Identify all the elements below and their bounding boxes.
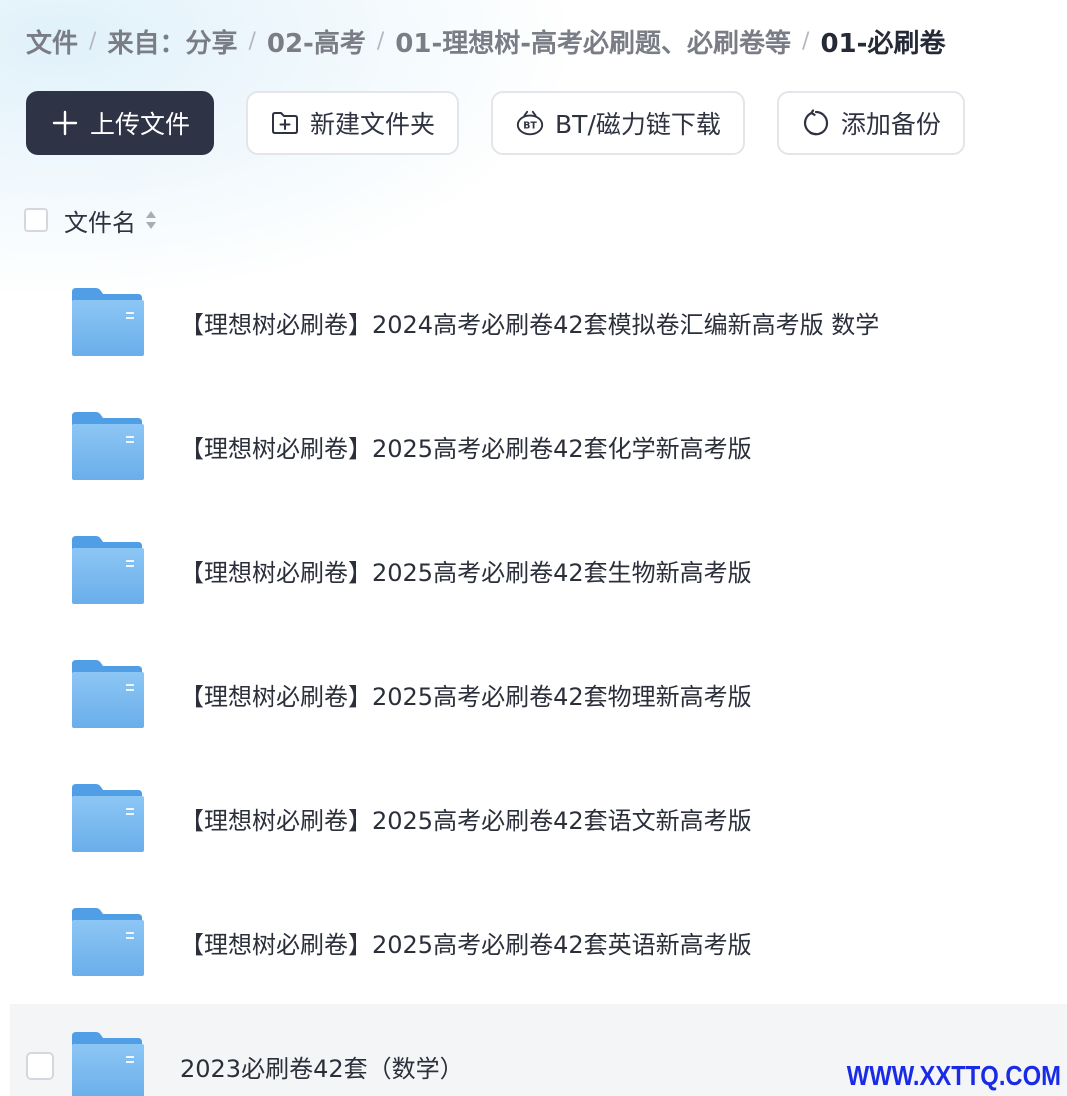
folder-icon: [72, 1032, 144, 1096]
folder-row[interactable]: 【理想树必刷卷】2025高考必刷卷42套化学新高考版: [10, 384, 1067, 508]
folder-icon: [72, 660, 144, 728]
folder-name[interactable]: 【理想树必刷卷】2025高考必刷卷42套语文新高考版: [180, 801, 752, 836]
breadcrumb: 文件 / 来自：分享 / 02-高考 / 01-理想树-高考必刷题、必刷卷等 /…: [26, 22, 945, 60]
bt-magnet-download-label: BT/磁力链下载: [555, 110, 721, 139]
file-list: 【理想树必刷卷】2024高考必刷卷42套模拟卷汇编新高考版 数学 【理想树必刷卷…: [10, 260, 1067, 1096]
folder-icon: [72, 784, 144, 852]
breadcrumb-separator: /: [802, 28, 810, 54]
watermark: WWW.XXTTQ.COM: [846, 1060, 1061, 1091]
plus-icon: [50, 108, 80, 138]
folder-icon: [72, 288, 144, 356]
bt-magnet-download-button[interactable]: BT BT/磁力链下载: [491, 91, 745, 155]
toolbar: 上传文件 新建文件夹 BT BT/磁力链下载 添加备份: [26, 91, 997, 155]
folder-name[interactable]: 【理想树必刷卷】2024高考必刷卷42套模拟卷汇编新高考版 数学: [180, 305, 879, 340]
filename-column-header[interactable]: 文件名: [64, 203, 136, 238]
bt-icon: BT: [515, 108, 545, 138]
sort-icon[interactable]: [144, 209, 158, 231]
upload-file-button[interactable]: 上传文件: [26, 91, 215, 155]
folder-name[interactable]: 【理想树必刷卷】2025高考必刷卷42套化学新高考版: [180, 429, 752, 464]
breadcrumb-item-gaokao[interactable]: 02-高考: [267, 23, 366, 60]
breadcrumb-separator: /: [89, 28, 97, 54]
sync-icon: [801, 108, 831, 138]
folder-row[interactable]: 【理想树必刷卷】2025高考必刷卷42套英语新高考版: [10, 880, 1067, 1004]
folder-name[interactable]: 【理想树必刷卷】2025高考必刷卷42套生物新高考版: [180, 553, 752, 588]
folder-row[interactable]: 【理想树必刷卷】2025高考必刷卷42套物理新高考版: [10, 632, 1067, 756]
select-all-checkbox[interactable]: [24, 208, 48, 232]
new-folder-label: 新建文件夹: [310, 110, 436, 139]
breadcrumb-item-files[interactable]: 文件: [26, 23, 78, 60]
row-checkbox[interactable]: [26, 1052, 54, 1080]
svg-text:BT: BT: [523, 121, 537, 132]
folder-row[interactable]: 【理想树必刷卷】2025高考必刷卷42套语文新高考版: [10, 756, 1067, 880]
breadcrumb-item-lixiangshu[interactable]: 01-理想树-高考必刷题、必刷卷等: [395, 23, 791, 60]
breadcrumb-separator: /: [248, 28, 256, 54]
breadcrumb-separator: /: [376, 28, 385, 54]
add-backup-label: 添加备份: [840, 110, 941, 139]
folder-row[interactable]: 【理想树必刷卷】2025高考必刷卷42套生物新高考版: [10, 508, 1067, 632]
file-list-header: 文件名: [24, 203, 158, 238]
folder-name[interactable]: 【理想树必刷卷】2025高考必刷卷42套英语新高考版: [180, 925, 752, 960]
add-backup-button[interactable]: 添加备份: [776, 91, 965, 155]
folder-name[interactable]: 2023必刷卷42套（数学）: [180, 1049, 464, 1084]
folder-icon: [72, 412, 144, 480]
folder-plus-icon: [270, 108, 300, 138]
folder-icon: [72, 908, 144, 976]
folder-row[interactable]: 【理想树必刷卷】2024高考必刷卷42套模拟卷汇编新高考版 数学: [10, 260, 1067, 384]
new-folder-button[interactable]: 新建文件夹: [246, 91, 460, 155]
folder-name[interactable]: 【理想树必刷卷】2025高考必刷卷42套物理新高考版: [180, 677, 752, 712]
upload-file-label: 上传文件: [90, 110, 191, 139]
breadcrumb-current: 01-必刷卷: [820, 28, 946, 59]
folder-icon: [72, 536, 144, 604]
breadcrumb-item-shared[interactable]: 来自：分享: [107, 23, 237, 60]
